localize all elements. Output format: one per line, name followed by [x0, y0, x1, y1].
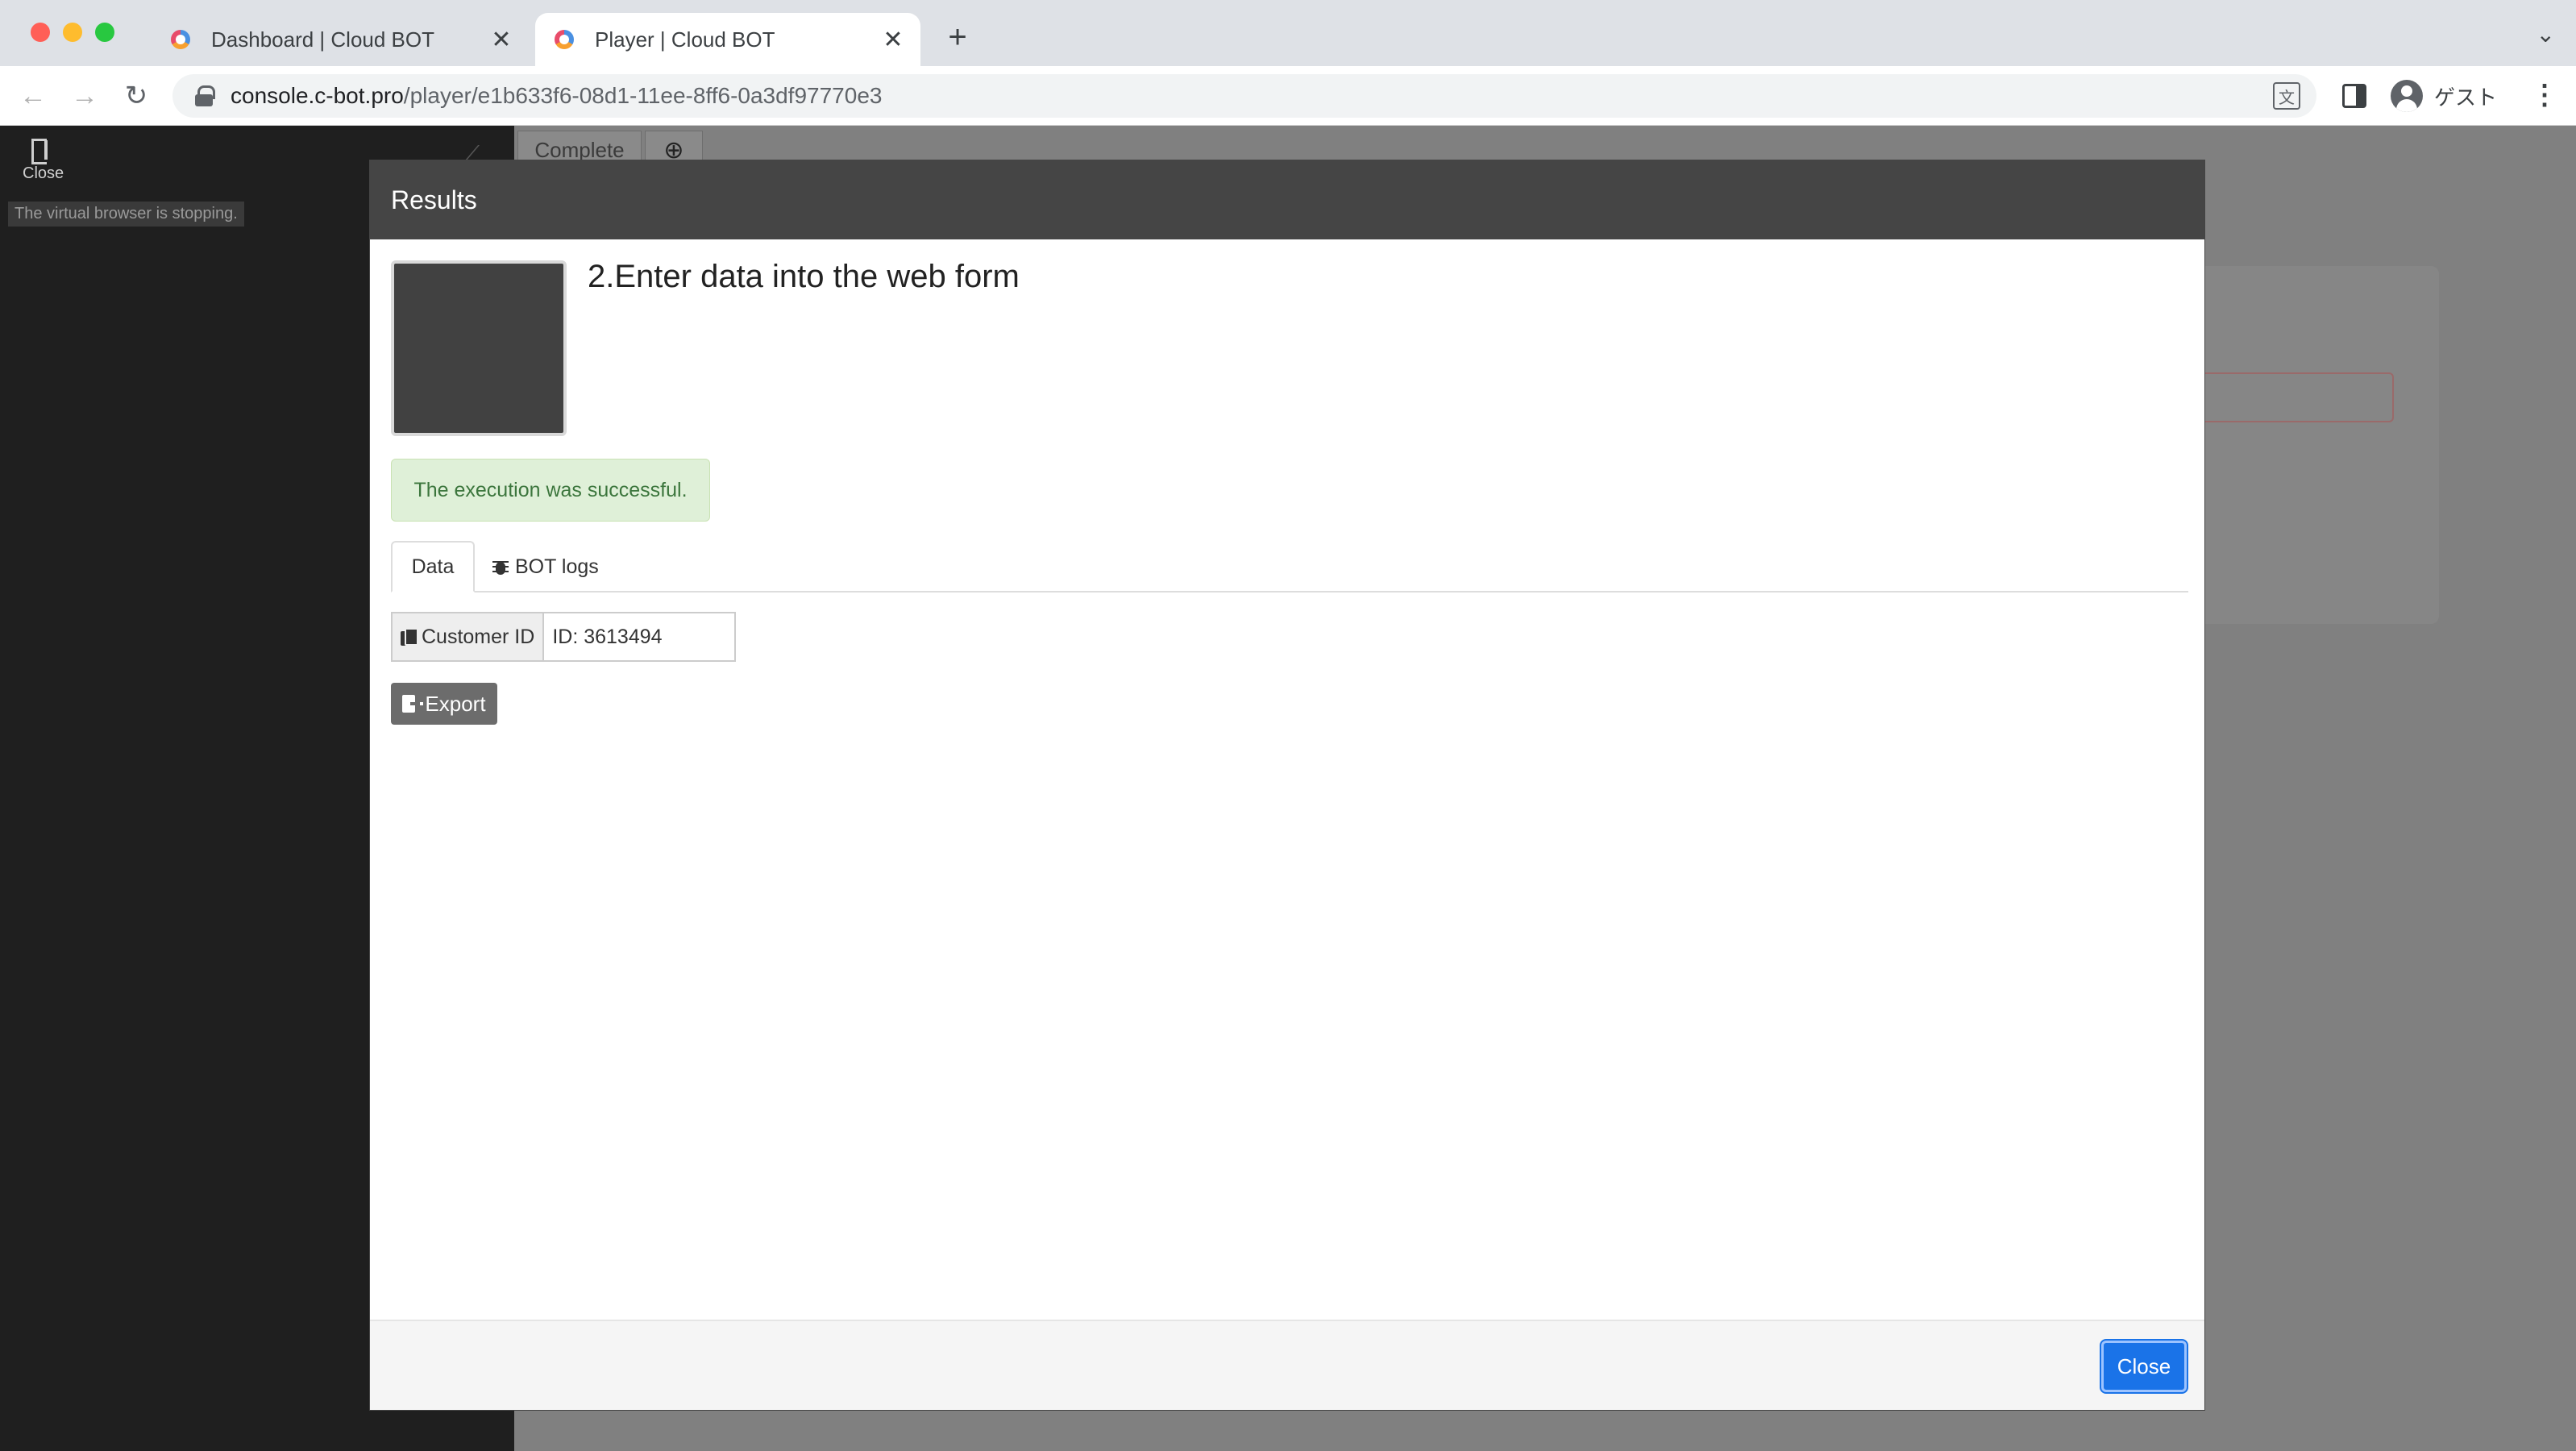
address-bar[interactable]: console.c-bot.pro/player/e1b633f6-08d1-1…	[172, 74, 2316, 118]
browser-status-text: The virtual browser is stopping.	[8, 202, 244, 227]
modal-body: 2.Enter data into the web form The execu…	[370, 239, 2204, 1320]
reload-icon[interactable]: ↻	[118, 77, 155, 114]
tab-title: Dashboard | Cloud BOT	[211, 27, 434, 52]
tab-bot-logs[interactable]: BOT logs	[492, 541, 599, 592]
file-export-icon	[402, 695, 424, 713]
browser-tab-strip: Dashboard | Cloud BOT ✕ Player | Cloud B…	[0, 0, 2576, 66]
url-path: /player/e1b633f6-08d1-11ee-8ff6-0a3df977…	[403, 83, 883, 108]
profile-label: ゲスト	[2434, 85, 2498, 110]
export-button-label: Export	[425, 691, 486, 716]
tab-close-icon[interactable]: ✕	[877, 23, 909, 56]
cloudbot-favicon-icon	[171, 30, 190, 49]
data-field-customer-id: Customer ID ID: 3613494	[391, 612, 737, 662]
data-field-label[interactable]: Customer ID	[391, 612, 543, 662]
bug-icon	[492, 558, 509, 576]
tab-bot-logs-label: BOT logs	[515, 555, 599, 578]
side-panel-icon[interactable]	[2342, 84, 2366, 108]
data-field-label-text: Customer ID	[422, 625, 535, 648]
lock-icon[interactable]	[195, 85, 215, 106]
new-tab-button[interactable]: +	[940, 19, 975, 55]
tab-close-icon[interactable]: ✕	[485, 23, 517, 56]
close-player-button[interactable]: Close	[23, 137, 64, 183]
back-icon[interactable]: ←	[15, 77, 52, 114]
modal-title: Results	[391, 185, 477, 214]
step-thumbnail	[391, 260, 567, 436]
data-field-value[interactable]: ID: 3613494	[542, 612, 737, 662]
window-close-button[interactable]	[31, 23, 50, 42]
close-player-label: Close	[23, 164, 64, 182]
translate-icon[interactable]: 文	[2273, 82, 2300, 110]
tab-title: Player | Cloud BOT	[595, 27, 775, 52]
browser-tab-player[interactable]: Player | Cloud BOT ✕	[535, 13, 920, 66]
url-domain: console.c-bot.pro	[231, 83, 404, 108]
step-title: 2.Enter data into the web form	[588, 259, 1020, 294]
door-icon	[28, 137, 52, 164]
browser-tab-dashboard[interactable]: Dashboard | Cloud BOT ✕	[158, 13, 529, 66]
modal-footer: Close	[370, 1320, 2204, 1410]
forward-icon[interactable]: →	[66, 77, 103, 114]
tab-data[interactable]: Data	[391, 541, 475, 592]
export-button[interactable]: Export	[391, 683, 497, 725]
success-alert: The execution was successful.	[391, 459, 710, 522]
results-modal: Results 2.Enter data into the web form T…	[369, 160, 2205, 1411]
avatar-icon	[2391, 80, 2423, 112]
results-tabs: Data BOT logs	[391, 541, 2188, 592]
window-minimize-button[interactable]	[63, 23, 82, 42]
url-text: console.c-bot.pro/player/e1b633f6-08d1-1…	[231, 83, 882, 109]
browser-toolbar: ← → ↻ console.c-bot.pro/player/e1b633f6-…	[0, 66, 2576, 126]
cloudbot-favicon-icon	[555, 30, 574, 49]
close-button[interactable]: Close	[2101, 1341, 2187, 1392]
modal-header: Results	[370, 160, 2204, 239]
profile-button[interactable]: ゲスト	[2386, 76, 2512, 116]
tab-search-icon[interactable]: ⌄	[2537, 21, 2555, 48]
window-zoom-button[interactable]	[95, 23, 114, 42]
copy-icon	[401, 628, 418, 646]
more-icon[interactable]: ⋮	[2531, 79, 2558, 111]
